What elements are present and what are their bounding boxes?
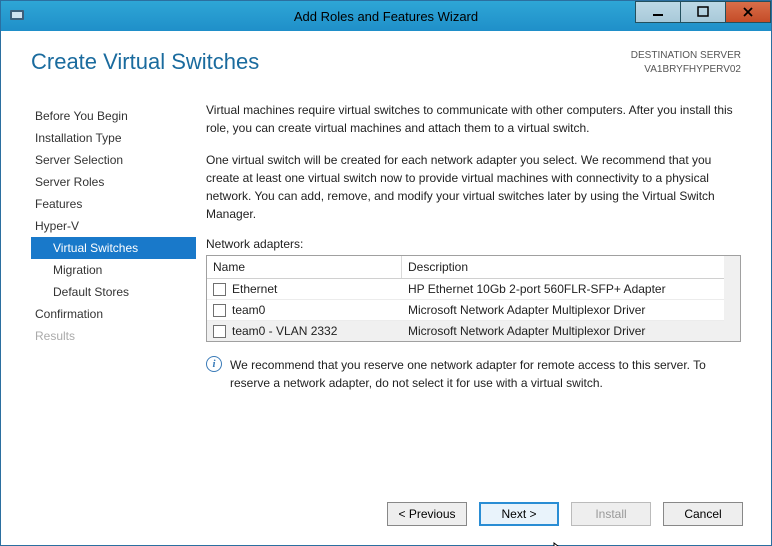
destination-label: DESTINATION SERVER — [631, 49, 741, 63]
nav-server-selection[interactable]: Server Selection — [31, 149, 196, 171]
body: Before You Begin Installation Type Serve… — [1, 91, 771, 497]
nav-server-roles[interactable]: Server Roles — [31, 171, 196, 193]
nav-before-you-begin[interactable]: Before You Begin — [31, 105, 196, 127]
intro-paragraph-1: Virtual machines require virtual switche… — [206, 101, 741, 137]
nav-installation-type[interactable]: Installation Type — [31, 127, 196, 149]
adapter-row[interactable]: team0 - VLAN 2332 Microsoft Network Adap… — [207, 321, 724, 341]
destination-value: VA1BRYFHYPERV02 — [631, 63, 741, 77]
window-title: Add Roles and Features Wizard — [294, 9, 478, 24]
wizard-nav: Before You Begin Installation Type Serve… — [31, 101, 196, 497]
adapter-checkbox[interactable] — [213, 325, 226, 338]
destination-server: DESTINATION SERVER VA1BRYFHYPERV02 — [631, 49, 741, 77]
content-area: Create Virtual Switches DESTINATION SERV… — [1, 31, 771, 545]
info-note: i We recommend that you reserve one netw… — [206, 356, 741, 392]
adapter-name: Ethernet — [232, 282, 277, 296]
nav-features[interactable]: Features — [31, 193, 196, 215]
intro-paragraph-2: One virtual switch will be created for e… — [206, 151, 741, 223]
nav-results: Results — [31, 325, 196, 347]
maximize-button[interactable] — [680, 1, 726, 23]
minimize-button[interactable] — [635, 1, 681, 23]
info-text: We recommend that you reserve one networ… — [230, 356, 741, 392]
adapter-description: Microsoft Network Adapter Multiplexor Dr… — [402, 321, 724, 341]
close-button[interactable] — [725, 1, 771, 23]
next-button[interactable]: Next > — [479, 502, 559, 526]
install-button: Install — [571, 502, 651, 526]
titlebar[interactable]: Add Roles and Features Wizard — [1, 1, 771, 31]
window-controls — [636, 1, 771, 25]
adapters-label: Network adapters: — [206, 237, 741, 251]
adapter-row[interactable]: Ethernet HP Ethernet 10Gb 2-port 560FLR-… — [207, 279, 724, 300]
adapter-row[interactable]: team0 Microsoft Network Adapter Multiple… — [207, 300, 724, 321]
footer: < Previous Next > Install Cancel — [1, 497, 771, 545]
nav-hyper-v[interactable]: Hyper-V — [31, 215, 196, 237]
nav-default-stores[interactable]: Default Stores — [31, 281, 196, 303]
adapter-checkbox[interactable] — [213, 304, 226, 317]
adapter-description: HP Ethernet 10Gb 2-port 560FLR-SFP+ Adap… — [402, 279, 724, 299]
col-header-description[interactable]: Description — [402, 256, 724, 278]
adapter-description: Microsoft Network Adapter Multiplexor Dr… — [402, 300, 724, 320]
adapters-grid: Name Description Ethernet HP Ethernet 10… — [206, 255, 741, 342]
info-icon: i — [206, 356, 222, 372]
cancel-button[interactable]: Cancel — [663, 502, 743, 526]
nav-migration[interactable]: Migration — [31, 259, 196, 281]
adapter-checkbox[interactable] — [213, 283, 226, 296]
previous-button[interactable]: < Previous — [387, 502, 467, 526]
col-header-name[interactable]: Name — [207, 256, 402, 278]
header: Create Virtual Switches DESTINATION SERV… — [1, 31, 771, 91]
main-panel: Virtual machines require virtual switche… — [196, 101, 741, 497]
app-icon — [7, 5, 27, 25]
grid-header: Name Description — [207, 256, 724, 279]
nav-virtual-switches[interactable]: Virtual Switches — [31, 237, 196, 259]
nav-confirmation[interactable]: Confirmation — [31, 303, 196, 325]
grid-scrollbar[interactable] — [724, 256, 740, 341]
adapter-name: team0 — [232, 303, 265, 317]
adapter-name: team0 - VLAN 2332 — [232, 324, 337, 338]
page-title: Create Virtual Switches — [31, 49, 259, 75]
wizard-window: Add Roles and Features Wizard Create Vir… — [0, 0, 772, 546]
